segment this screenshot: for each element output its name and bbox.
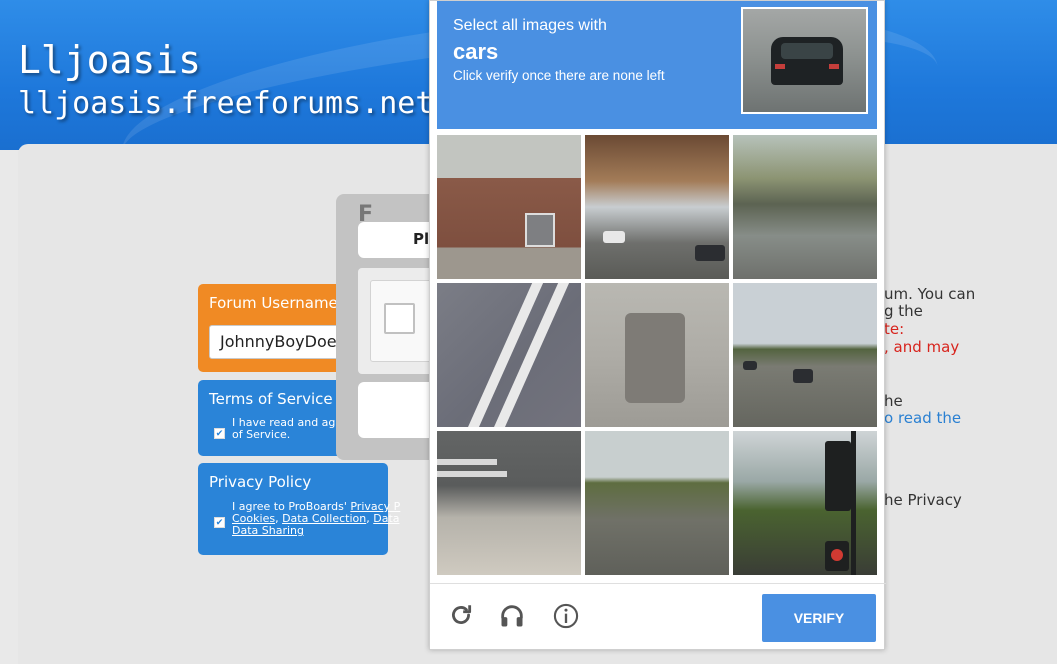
- site-url: lljoasis.freeforums.net: [18, 86, 434, 121]
- username-label: Forum Username: [209, 294, 338, 312]
- recaptcha-checkbox[interactable]: [384, 303, 415, 334]
- dialog-button[interactable]: [358, 382, 438, 438]
- verify-button[interactable]: VERIFY: [762, 594, 876, 642]
- privacy-checkbox[interactable]: ✔: [214, 517, 225, 528]
- privacy-text-line2: Cookies, Data Collection, Data: [232, 513, 400, 524]
- car-shape: [603, 231, 625, 243]
- captcha-tile[interactable]: [733, 135, 877, 279]
- house-window: [525, 213, 555, 247]
- captcha-challenge: Select all images with cars Click verify…: [429, 0, 886, 651]
- red-light: [831, 549, 843, 561]
- side-text-5: he: [884, 392, 903, 410]
- terms-text-line2: of Service.: [232, 428, 291, 441]
- side-text-6[interactable]: o read the: [884, 410, 961, 427]
- captcha-subinstruction: Click verify once there are none left: [453, 68, 665, 83]
- reload-icon[interactable]: [448, 602, 474, 634]
- privacy-section: Privacy Policy ✔ I agree to ProBoards' P…: [198, 463, 400, 555]
- side-text-2: g the: [884, 302, 923, 320]
- captcha-target: cars: [453, 39, 499, 64]
- captcha-tile[interactable]: [733, 283, 877, 427]
- terms-checkbox[interactable]: ✔: [214, 428, 225, 439]
- side-text-1: um. You can: [884, 285, 976, 303]
- dialog-pill: Pl: [358, 222, 438, 258]
- car-window: [781, 43, 833, 59]
- car-shape: [793, 369, 813, 383]
- car-shape: [743, 361, 757, 370]
- captcha-tile[interactable]: [585, 283, 729, 427]
- crosswalk-stripe: [437, 459, 497, 465]
- car-light: [829, 64, 839, 69]
- captcha-image-grid: [437, 135, 877, 575]
- data-link[interactable]: Data: [373, 512, 399, 525]
- sign-back: [625, 313, 685, 403]
- captcha-header: Select all images with cars Click verify…: [437, 1, 877, 129]
- side-text-7: he Privacy: [884, 491, 962, 509]
- site-title[interactable]: Lljoasis: [18, 38, 201, 82]
- captcha-tile[interactable]: [437, 431, 581, 575]
- info-icon[interactable]: [552, 602, 580, 636]
- captcha-tile[interactable]: [585, 431, 729, 575]
- captcha-tile[interactable]: [437, 283, 581, 427]
- side-text-3: te:: [884, 320, 905, 338]
- captcha-sample-image: [741, 7, 868, 114]
- captcha-tile[interactable]: [585, 135, 729, 279]
- headphones-icon[interactable]: [498, 602, 526, 636]
- privacy-heading: Privacy Policy: [209, 473, 312, 491]
- captcha-tile[interactable]: [733, 431, 877, 575]
- traffic-light: [825, 441, 851, 511]
- traffic-pole: [851, 431, 856, 575]
- data-sharing-link[interactable]: Data Sharing: [232, 525, 304, 536]
- terms-text-line1: I have read and agr: [232, 416, 340, 429]
- captcha-tile[interactable]: [437, 135, 581, 279]
- car-light: [775, 64, 785, 69]
- captcha-instruction: Select all images with: [453, 17, 607, 34]
- terms-heading: Terms of Service A: [209, 390, 348, 408]
- crosswalk-stripe: [437, 471, 507, 477]
- side-text-4: , and may: [884, 338, 960, 356]
- privacy-text-line1: I agree to ProBoards' Privacy P: [232, 501, 400, 512]
- captcha-footer: VERIFY: [430, 583, 886, 651]
- car-shape: [695, 245, 725, 261]
